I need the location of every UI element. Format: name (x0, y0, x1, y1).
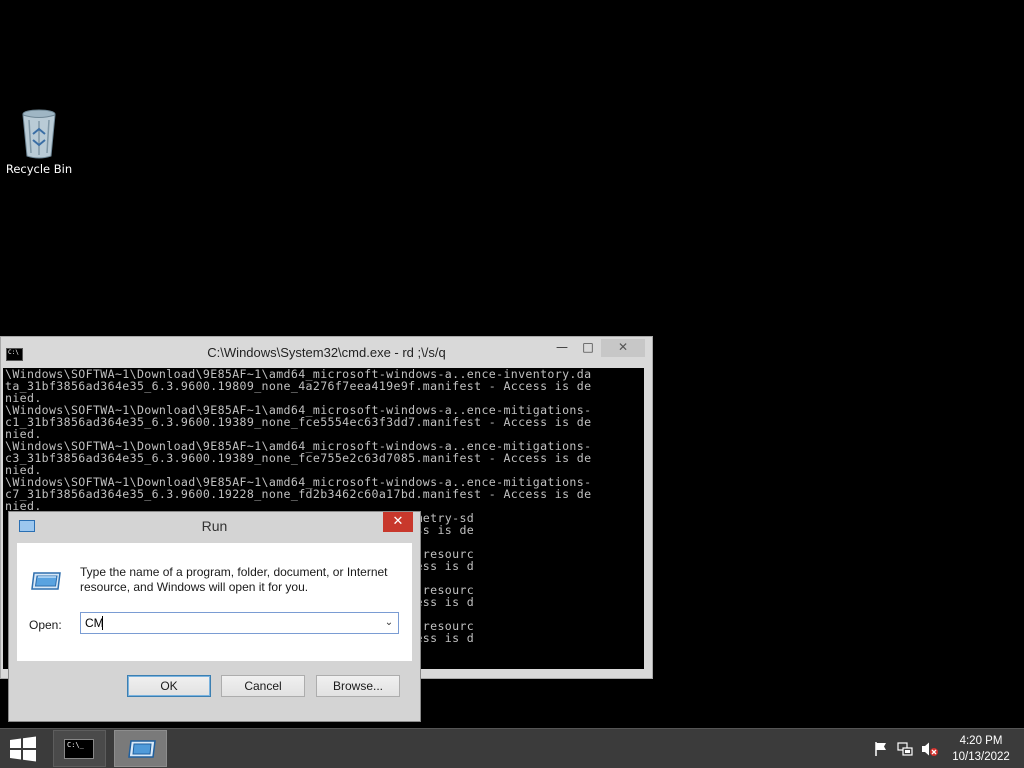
desktop-icon-recycle-bin[interactable]: Recycle Bin (4, 108, 74, 176)
ok-button[interactable]: OK (127, 675, 211, 697)
run-description: Type the name of a program, folder, docu… (80, 565, 388, 594)
console-line: c1_31bf3856ad364e35_6.3.9600.19389_none_… (5, 415, 592, 429)
console-line: ta_31bf3856ad364e35_6.3.9600.19809_none_… (5, 379, 592, 393)
flag-icon[interactable] (873, 741, 889, 757)
volume-muted-icon[interactable] (921, 741, 939, 757)
network-icon[interactable] (897, 741, 913, 757)
run-titlebar[interactable]: Run ✕ (9, 512, 420, 542)
system-tray (873, 741, 943, 759)
cmd-icon: C:\_ (64, 739, 94, 759)
run-content-panel: Type the name of a program, folder, docu… (17, 543, 412, 661)
taskbar-item-run[interactable] (114, 730, 167, 767)
minimize-button[interactable]: — (549, 339, 575, 357)
cmd-scrollbar[interactable] (644, 368, 652, 669)
taskbar-item-cmd[interactable]: C:\_ (53, 730, 106, 767)
recycle-bin-icon (19, 108, 59, 160)
console-line: c3_31bf3856ad364e35_6.3.9600.19389_none_… (5, 451, 592, 465)
cancel-button[interactable]: Cancel (221, 675, 305, 697)
run-dialog-title: Run (201, 518, 228, 534)
desktop: Recycle Bin C:\ C:\Windows\System32\cmd.… (0, 0, 1024, 728)
maximize-button[interactable]: □ (576, 339, 600, 357)
taskbar: C:\_ 4:20 PM 10/13/2022 (0, 728, 1024, 768)
open-combobox[interactable]: ⌄ (80, 612, 399, 634)
text-caret (102, 616, 103, 630)
start-button[interactable] (8, 736, 38, 762)
cmd-titlebar[interactable]: C:\ C:\Windows\System32\cmd.exe - rd ;\/… (1, 337, 652, 367)
clock-time: 4:20 PM (959, 735, 1003, 747)
chevron-down-icon[interactable]: ⌄ (382, 615, 396, 631)
run-icon (31, 569, 63, 593)
clock[interactable]: 4:20 PM 10/13/2022 (948, 733, 1014, 765)
console-line: c7_31bf3856ad364e35_6.3.9600.19228_none_… (5, 487, 592, 501)
close-button[interactable]: ✕ (601, 339, 645, 357)
open-label: Open: (29, 618, 62, 632)
run-close-button[interactable]: ✕ (383, 512, 413, 532)
clock-date: 10/13/2022 (952, 751, 1010, 763)
windows-logo-icon (10, 736, 36, 762)
open-input[interactable] (81, 613, 380, 633)
run-taskbar-icon (128, 740, 156, 758)
desktop-icon-label: Recycle Bin (5, 162, 73, 176)
browse-button[interactable]: Browse... (316, 675, 400, 697)
run-dialog[interactable]: Run ✕ Type the name of a program, folder… (8, 511, 421, 722)
